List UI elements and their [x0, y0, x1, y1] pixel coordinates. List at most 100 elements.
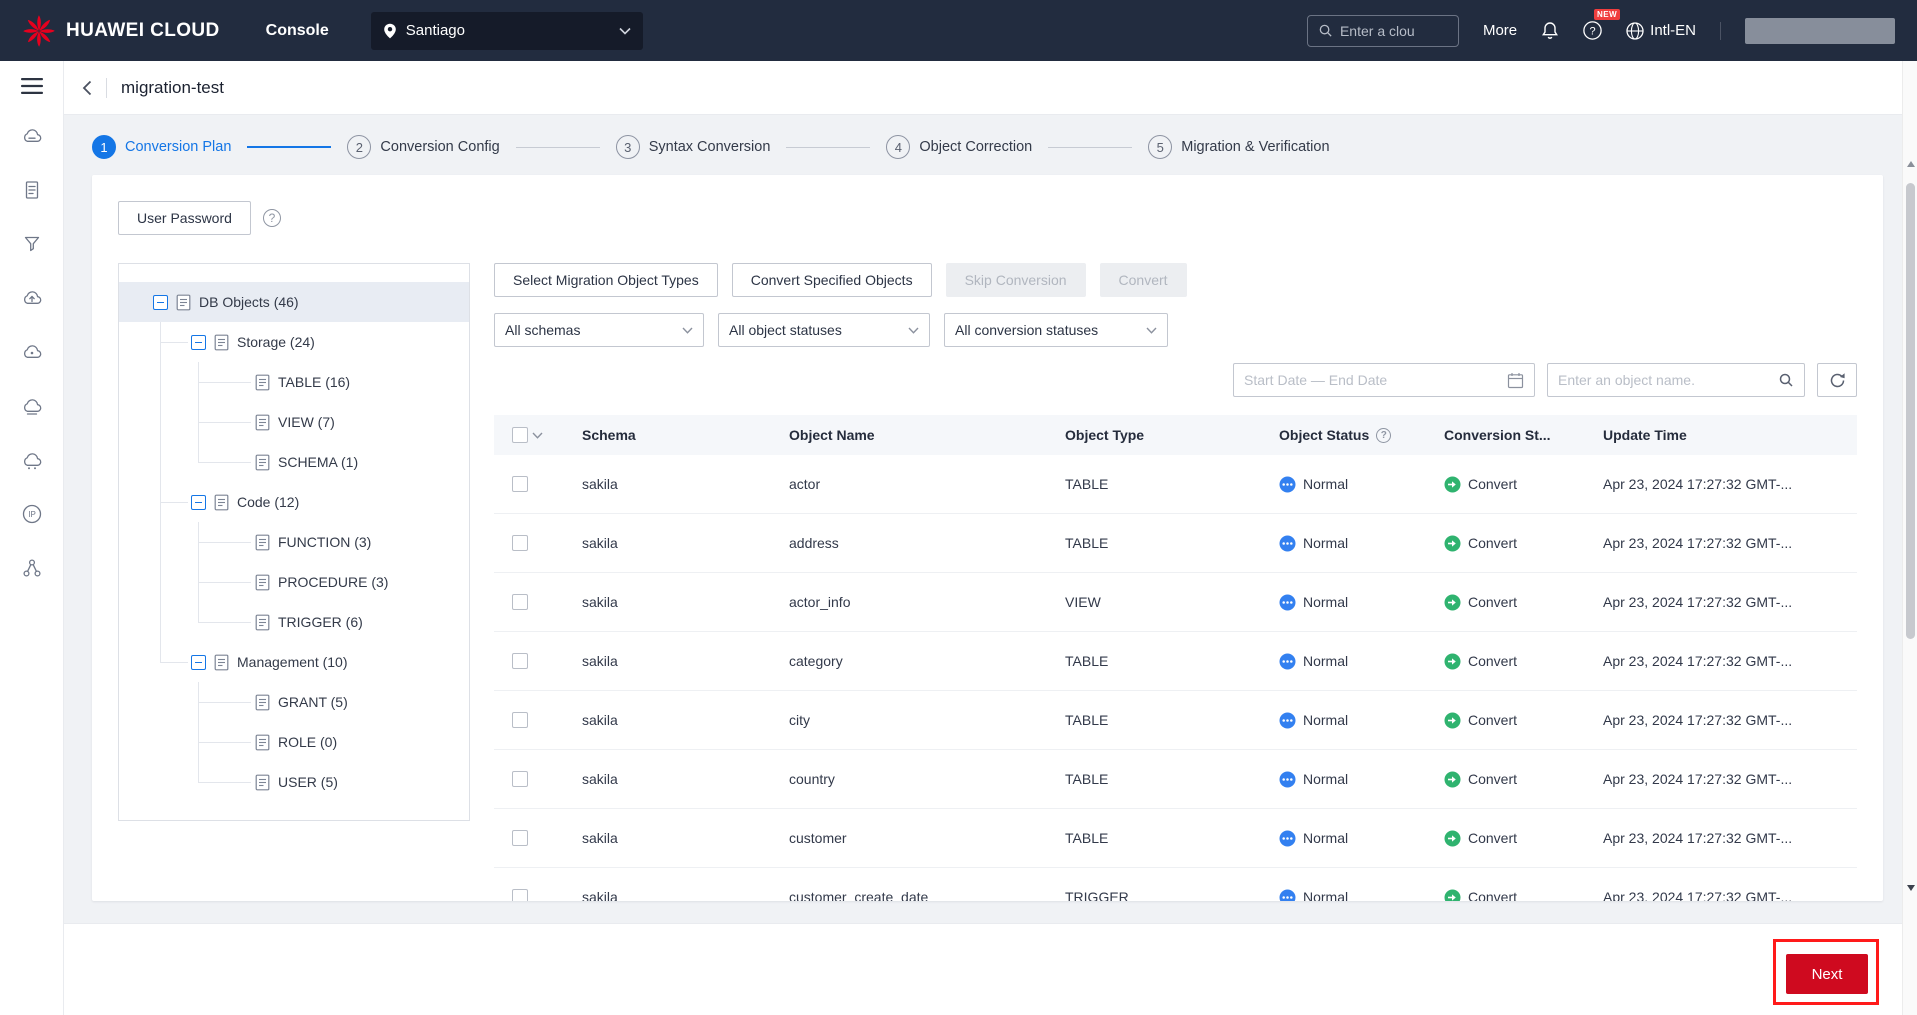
tree-item-db-objects-46[interactable]: DB Objects (46) [119, 282, 469, 322]
user-password-button[interactable]: User Password [118, 201, 251, 235]
tree-item-user-5[interactable]: USER (5) [119, 762, 469, 802]
filter-all-object-statuses[interactable]: All object statuses [718, 313, 930, 347]
object-name-search[interactable] [1547, 363, 1805, 397]
refresh-button[interactable] [1817, 363, 1857, 397]
tree-item-trigger-6[interactable]: TRIGGER (6) [119, 602, 469, 642]
filter-all-schemas[interactable]: All schemas [494, 313, 704, 347]
header-update-time: Update Time [1591, 427, 1857, 443]
tree-item-schema-1[interactable]: SCHEMA (1) [119, 442, 469, 482]
row-checkbox[interactable] [512, 535, 528, 551]
collapse-toggle-icon[interactable] [153, 294, 168, 310]
account-menu-redacted[interactable] [1745, 17, 1895, 44]
console-link[interactable]: Console [266, 22, 329, 40]
cell-conversion-status: Convert [1432, 771, 1591, 788]
select-migration-object-types-button[interactable]: Select Migration Object Types [494, 263, 718, 297]
notifications-bell-icon[interactable] [1541, 21, 1559, 40]
step-2[interactable]: 2 Conversion Config [347, 135, 500, 159]
step-5[interactable]: 5 Migration & Verification [1148, 135, 1330, 159]
tree-item-label: VIEW (7) [278, 414, 335, 430]
search-icon[interactable] [1778, 372, 1794, 388]
region-selector[interactable]: Santiago [370, 11, 643, 50]
date-range-field[interactable] [1244, 372, 1499, 388]
object-name-search-input[interactable] [1558, 372, 1770, 388]
user-password-help-icon[interactable]: ? [262, 209, 281, 227]
huawei-logo-icon[interactable] [22, 14, 56, 48]
help-icon[interactable]: ? NEW [1583, 9, 1621, 40]
cell-object-status: Normal [1267, 653, 1432, 670]
step-1[interactable]: 1 Conversion Plan [92, 135, 231, 159]
topbar: HUAWEI CLOUD Console Santiago More [0, 0, 1917, 61]
cloud-upload-icon[interactable] [21, 287, 43, 309]
tree-item-role-0[interactable]: ROLE (0) [119, 722, 469, 762]
page-scrollbar[interactable] [1902, 61, 1917, 1015]
row-checkbox[interactable] [512, 653, 528, 669]
status-normal-icon [1279, 771, 1296, 788]
cloud-server-icon[interactable] [21, 125, 43, 147]
status-convert-icon [1444, 476, 1461, 493]
row-checkbox[interactable] [512, 889, 528, 901]
funnel-icon[interactable] [21, 233, 43, 255]
collapse-toggle-icon[interactable] [191, 334, 206, 350]
tree-item-management-10[interactable]: Management (10) [119, 642, 469, 682]
tree-item-storage-24[interactable]: Storage (24) [119, 322, 469, 362]
select-menu-chevron-icon[interactable] [532, 432, 543, 439]
date-range-input[interactable] [1233, 363, 1535, 397]
cloud-service-icon[interactable] [21, 341, 43, 363]
language-label: Intl-EN [1650, 22, 1696, 39]
document-icon [255, 534, 270, 551]
select-all-checkbox[interactable] [512, 427, 528, 443]
document-icon [214, 334, 229, 351]
row-checkbox[interactable] [512, 476, 528, 492]
hamburger-menu-icon[interactable] [20, 77, 43, 95]
step-label: Conversion Config [380, 139, 500, 155]
row-checkbox[interactable] [512, 712, 528, 728]
topbar-search[interactable] [1306, 14, 1459, 47]
row-checkbox[interactable] [512, 594, 528, 610]
row-checkbox[interactable] [512, 771, 528, 787]
svg-text:?: ? [1590, 25, 1596, 37]
scrollbar-thumb[interactable] [1906, 183, 1915, 639]
status-text: Normal [1303, 535, 1349, 551]
main-column: migration-test 1 Conversion Plan 2 Conversi… [64, 61, 1917, 1015]
back-chevron-icon[interactable] [82, 80, 92, 96]
left-rail: IP [0, 61, 64, 1015]
tree-item-procedure-3[interactable]: PROCEDURE (3) [119, 562, 469, 602]
calendar-icon[interactable] [1507, 372, 1524, 389]
filter-all-conversion-statuses[interactable]: All conversion statuses [944, 313, 1168, 347]
collapse-toggle-icon[interactable] [191, 654, 206, 670]
tree-item-code-12[interactable]: Code (12) [119, 482, 469, 522]
document-icon [255, 734, 270, 751]
scroll-up-arrow[interactable] [1906, 161, 1915, 167]
object-status-help-icon[interactable]: ? [1376, 427, 1392, 443]
row-checkbox[interactable] [512, 830, 528, 846]
page-title: migration-test [121, 77, 224, 97]
language-selector[interactable]: Intl-EN [1626, 21, 1696, 40]
cell-conversion-status: Convert [1432, 653, 1591, 670]
cell-update-time: Apr 23, 2024 17:27:32 GMT-... [1603, 653, 1793, 669]
cloud-network-icon[interactable] [21, 449, 43, 471]
step-4[interactable]: 4 Object Correction [886, 135, 1032, 159]
topbar-right-cluster: More ? NEW Intl-EN [1306, 9, 1895, 47]
step-3[interactable]: 3 Syntax Conversion [615, 135, 771, 159]
cell-schema: sakila [582, 653, 618, 669]
tree-item-table-16[interactable]: TABLE (16) [119, 362, 469, 402]
collapse-toggle-icon[interactable] [191, 494, 206, 510]
more-link[interactable]: More [1483, 22, 1517, 39]
tree-item-grant-5[interactable]: GRANT (5) [119, 682, 469, 722]
scroll-down-arrow[interactable] [1906, 885, 1915, 891]
ip-icon[interactable]: IP [21, 503, 43, 525]
cell-update-time: Apr 23, 2024 17:27:32 GMT-... [1603, 830, 1793, 846]
tree-item-view-7[interactable]: VIEW (7) [119, 402, 469, 442]
location-pin-icon [383, 23, 397, 39]
convert-specified-objects-button[interactable]: Convert Specified Objects [731, 263, 932, 297]
document-icon [214, 494, 229, 511]
next-button[interactable]: Next [1786, 954, 1868, 994]
document-db-icon[interactable] [21, 179, 43, 201]
cell-object-name: customer [789, 830, 847, 846]
brand-title[interactable]: HUAWEI CLOUD [66, 20, 220, 42]
org-share-icon[interactable] [21, 557, 43, 579]
tree-item-function-3[interactable]: FUNCTION (3) [119, 522, 469, 562]
step-label: Syntax Conversion [648, 139, 771, 155]
cloud-stack-icon[interactable] [21, 395, 43, 417]
topbar-search-input[interactable] [1339, 22, 1448, 39]
